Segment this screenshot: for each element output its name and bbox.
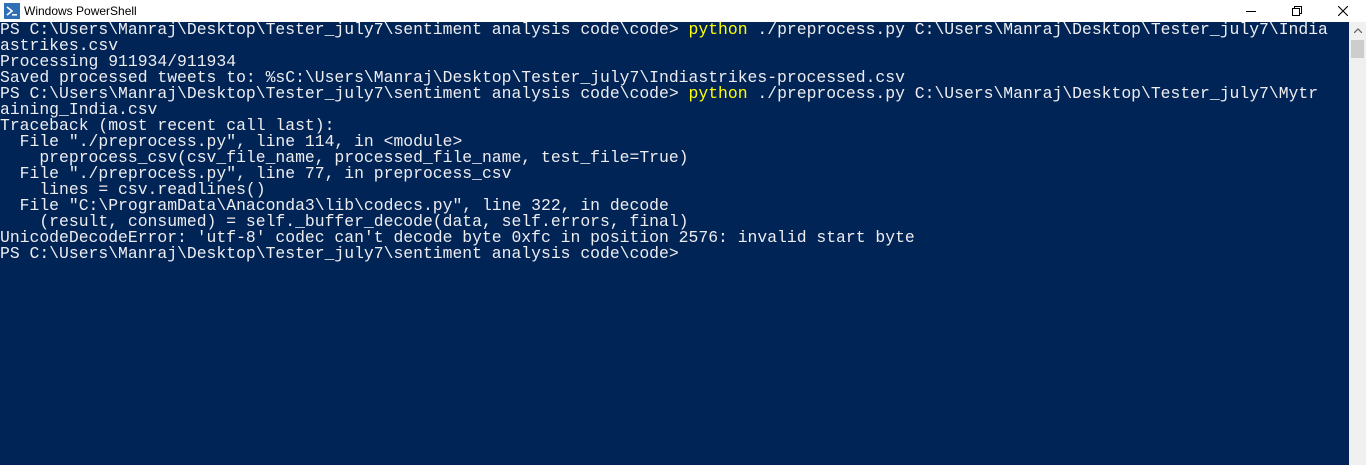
console-line: PS C:\Users\Manraj\Desktop\Tester_july7\…: [0, 84, 1349, 103]
close-icon: [1338, 6, 1348, 16]
close-button[interactable]: [1320, 0, 1366, 22]
scroll-thumb[interactable]: [1351, 40, 1364, 58]
maximize-button[interactable]: [1274, 0, 1320, 22]
console-line-prefix: PS C:\Users\Manraj\Desktop\Tester_july7\…: [0, 244, 679, 263]
vertical-scrollbar[interactable]: [1349, 22, 1366, 465]
console-line-text: ./preprocess.py C:\Users\Manraj\Desktop\…: [747, 84, 1319, 103]
restore-icon: [1292, 6, 1302, 16]
console-line: PS C:\Users\Manraj\Desktop\Tester_july7\…: [0, 244, 1349, 263]
console-command: python: [688, 22, 748, 39]
powershell-icon[interactable]: [4, 3, 20, 19]
title-bar[interactable]: Windows PowerShell: [0, 0, 1366, 22]
scroll-up-arrow-icon: [1353, 28, 1362, 33]
powershell-window: Windows PowerShell PS C:\Users\Manraj\De…: [0, 0, 1366, 465]
minimize-icon: [1246, 11, 1256, 12]
window-title: Windows PowerShell: [24, 4, 137, 18]
console-line: PS C:\Users\Manraj\Desktop\Tester_july7\…: [0, 22, 1349, 38]
scroll-up-button[interactable]: [1349, 22, 1366, 39]
minimize-button[interactable]: [1228, 0, 1274, 22]
console-command: python: [688, 84, 748, 103]
console-output[interactable]: PS C:\Users\Manraj\Desktop\Tester_july7\…: [0, 22, 1349, 465]
console-line-text: ./preprocess.py C:\Users\Manraj\Desktop\…: [747, 22, 1328, 39]
